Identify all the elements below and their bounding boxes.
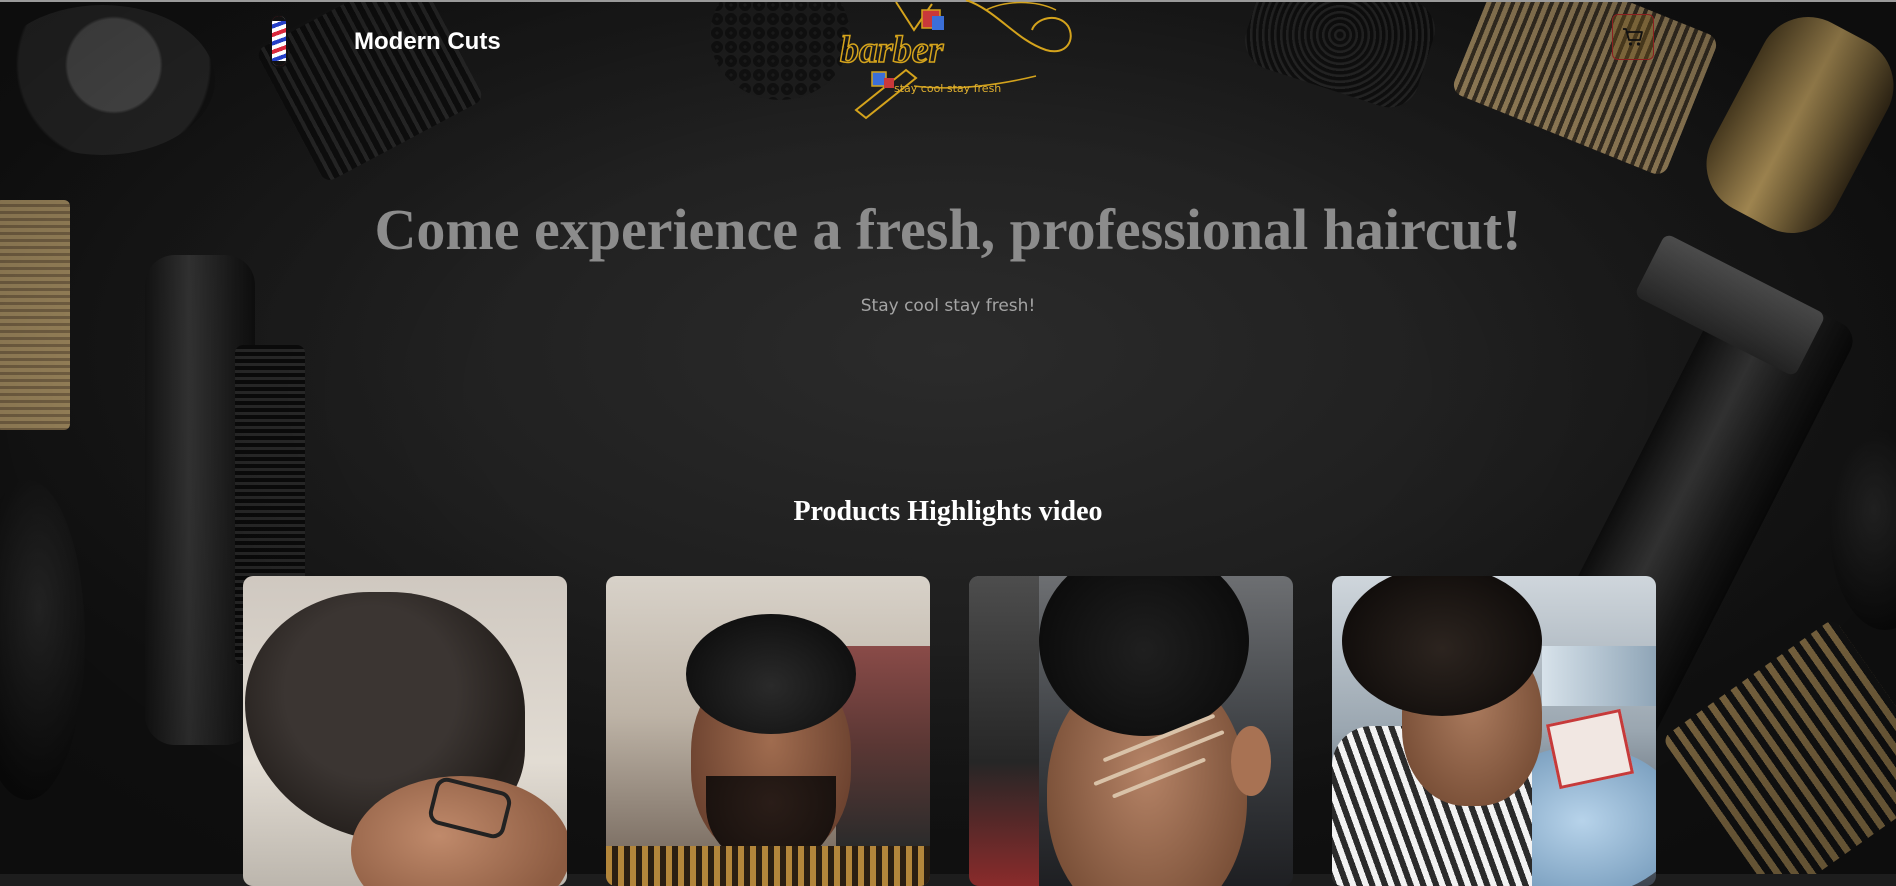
logo-tagline: stay cool stay fresh [894, 82, 1002, 95]
hero-subtitle: Stay cool stay fresh! [860, 296, 1036, 316]
cart-icon [1623, 28, 1643, 46]
highlight-video-2[interactable] [606, 576, 930, 886]
highlight-video-3[interactable] [969, 576, 1293, 886]
highlight-video-4[interactable] [1332, 576, 1656, 886]
logo-word: barber [839, 28, 944, 72]
highlights-title: Products Highlights video [793, 496, 1103, 527]
brand-name[interactable]: Modern Cuts [354, 28, 501, 56]
highlight-video-1[interactable] [243, 576, 567, 886]
barber-pole-icon[interactable] [272, 16, 286, 66]
barber-logo[interactable]: barber stay cool stay fresh [836, 0, 1081, 120]
cart-button[interactable] [1612, 14, 1654, 60]
hero-title: Come experience a fresh, professional ha… [374, 197, 1522, 262]
